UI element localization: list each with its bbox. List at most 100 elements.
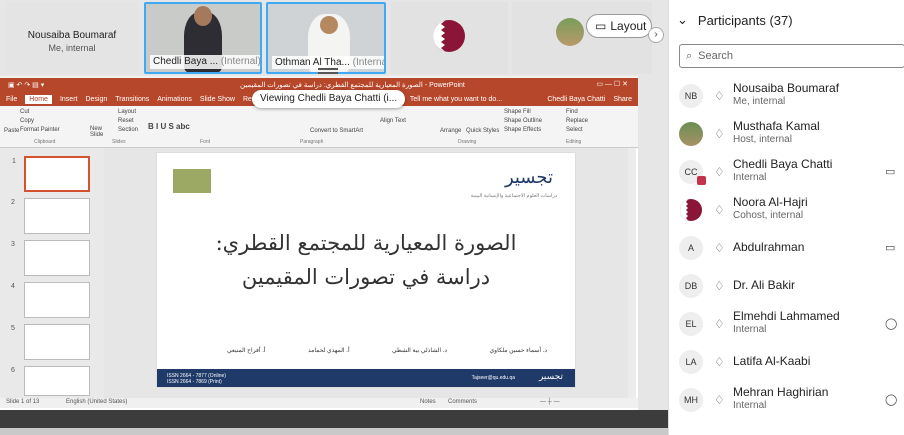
slide-thumb[interactable]: 2: [11, 198, 90, 234]
participant-row[interactable]: A ♢ Abdulrahman ▭: [669, 230, 904, 268]
divider-area: [638, 76, 668, 428]
slide-canvas: تجسير دراسات العلوم الاجتماعية والإنساني…: [104, 148, 630, 398]
arrange-button[interactable]: Arrange: [440, 128, 461, 134]
participant-name: Noora Al-Hajri: [733, 195, 808, 209]
language: English (United States): [66, 399, 128, 405]
tab-home[interactable]: Home: [25, 94, 52, 104]
journal-subtitle: دراسات العلوم الاجتماعية والإنسانية البي…: [470, 193, 557, 199]
slide-thumb[interactable]: 1: [12, 156, 90, 192]
author: د. الشاذلي بية الشطي: [392, 348, 448, 354]
chevron-right-icon[interactable]: ›: [648, 27, 664, 43]
section-menu[interactable]: Section: [118, 127, 138, 133]
participants-panel: ⌄ Participants (37) ⌕ Search NB ♢ Nousai…: [668, 0, 904, 435]
group-label: Font: [200, 139, 211, 145]
replace-button[interactable]: Replace: [566, 118, 588, 124]
tab-transitions[interactable]: Transitions: [115, 96, 149, 103]
video-tile-noora[interactable]: [390, 2, 508, 74]
slide[interactable]: تجسير دراسات العلوم الاجتماعية والإنساني…: [156, 152, 576, 388]
tile-name: Chedli Baya ...: [153, 56, 219, 67]
group-label: Editing: [566, 139, 582, 145]
quick-styles-button[interactable]: Quick Styles: [466, 128, 499, 134]
slide-thumb[interactable]: 5: [11, 324, 90, 360]
find-button[interactable]: Find: [566, 109, 578, 115]
slide-thumb[interactable]: 3: [11, 240, 90, 276]
participant-row[interactable]: NB ♢ Nousaiba Boumaraf Me, internal: [669, 78, 904, 116]
tile-sub: (Internal): [352, 57, 384, 68]
scrollbar[interactable]: [628, 148, 636, 398]
footer-brand: تجسير: [538, 372, 563, 382]
participants-header[interactable]: ⌄ Participants (37): [677, 12, 793, 28]
raise-hand-icon: ♢: [714, 317, 725, 331]
thumb-number: 6: [11, 367, 15, 374]
slide-footer: ISSN 2664 - 7877 (Online) ISSN 2664 - 78…: [157, 369, 575, 387]
reset-button[interactable]: Reset: [118, 118, 134, 124]
video-tile-musthafa[interactable]: [512, 2, 652, 74]
ppt-quick-access: ▣ ↶ ↷ ▤ ▾: [8, 82, 45, 89]
search-input[interactable]: ⌕ Search: [679, 44, 904, 68]
raise-hand-icon: ♢: [714, 355, 725, 369]
participant-name: Dr. Ali Bakir: [733, 278, 796, 292]
presenting-badge-icon: [697, 176, 706, 185]
avatar: LA: [679, 350, 703, 374]
slide-thumb[interactable]: 6: [11, 366, 90, 396]
tab-animations[interactable]: Animations: [157, 96, 192, 103]
camera-icon: ▭: [885, 166, 896, 178]
participant-row[interactable]: CC ♢ Chedli Baya Chatti Internal ▭: [669, 154, 904, 192]
tell-me[interactable]: Tell me what you want to do...: [410, 96, 502, 103]
video-tile-self[interactable]: Nousaiba Boumaraf Me, internal: [6, 2, 138, 74]
participant-face: [194, 6, 212, 26]
raise-hand-icon: ♢: [714, 89, 725, 103]
participant-row[interactable]: DB ♢ Dr. Ali Bakir: [669, 268, 904, 306]
participant-row[interactable]: LA ♢ Latifa Al-Kaabi: [669, 344, 904, 382]
author: د. أسماء حسين ملكاوي: [489, 348, 547, 354]
participant-row[interactable]: MH ♢ Mehran Haghirian Internal ◯: [669, 382, 904, 420]
tab-slideshow[interactable]: Slide Show: [200, 96, 235, 103]
font-controls[interactable]: B I U S abc: [148, 122, 190, 131]
shape-fill-button[interactable]: Shape Fill: [504, 109, 531, 115]
author: أ. أفراح المنيعي: [227, 348, 266, 354]
chat-icon: ◯: [885, 318, 898, 330]
cut-button[interactable]: Cut: [20, 109, 29, 115]
slide-title-line2: دراسة في تصورات المقيمين: [241, 265, 491, 289]
video-tile-chedli[interactable]: Chedli Baya ... (Internal)↑: [144, 2, 262, 74]
tile-name: Nousaiba Boumaraf: [27, 30, 117, 41]
meeting-window: { "tiles": [ {"name":"Nousaiba Boumaraf"…: [0, 0, 904, 435]
format-painter-button[interactable]: Format Painter: [20, 127, 60, 133]
layout-menu[interactable]: Layout: [118, 109, 136, 115]
tab-design[interactable]: Design: [85, 96, 107, 103]
select-button[interactable]: Select: [566, 127, 583, 133]
participant-name: Latifa Al-Kaabi: [733, 354, 811, 368]
smartart-button[interactable]: Convert to SmartArt: [310, 128, 363, 134]
chevron-down-icon[interactable]: ⌄: [677, 12, 688, 28]
tab-insert[interactable]: Insert: [60, 96, 78, 103]
group-label: Paragraph: [300, 139, 324, 145]
shape-effects-button[interactable]: Shape Effects: [504, 127, 541, 133]
new-slide-button[interactable]: New Slide: [90, 126, 110, 138]
slide-thumb[interactable]: 4: [11, 282, 90, 318]
paste-button[interactable]: Paste: [4, 128, 19, 134]
participant-role: Me, internal: [733, 96, 786, 107]
ppt-user: Chedli Baya Chatti: [547, 95, 606, 103]
participant-row[interactable]: EL ♢ Elmehdi Lahmamed Internal ◯: [669, 306, 904, 344]
comments-button[interactable]: Comments: [448, 399, 477, 405]
ppt-window-title: الصورة المعيارية للمجتمع القطري: دراسة ف…: [240, 82, 465, 89]
copy-button[interactable]: Copy: [20, 118, 34, 124]
group-label: Clipboard: [34, 139, 56, 145]
layout-button[interactable]: ▭ Layout: [586, 14, 652, 38]
tile-name: Othman Al Tha...: [275, 57, 350, 68]
tab-file[interactable]: File: [6, 96, 17, 103]
share-button[interactable]: Share: [613, 96, 632, 103]
participant-role: Internal: [733, 172, 767, 183]
resize-handle[interactable]: [318, 68, 338, 74]
thumb-number: 3: [11, 241, 15, 248]
avatar: A: [679, 236, 703, 260]
align-text-button[interactable]: Align Text: [380, 118, 406, 124]
participant-row[interactable]: ♢ Musthafa Kamal Host, internal: [669, 116, 904, 154]
zoom-slider[interactable]: — ┼ —: [540, 399, 560, 405]
shape-outline-button[interactable]: Shape Outline: [504, 118, 542, 124]
participant-row[interactable]: ♢ Noora Al-Hajri Cohost, internal: [669, 192, 904, 230]
qatar-flag-icon: [680, 199, 702, 221]
group-label: Drawing: [458, 139, 477, 145]
notes-button[interactable]: Notes: [420, 399, 436, 405]
video-tile-othman[interactable]: Othman Al Tha... (Internal): [266, 2, 386, 74]
